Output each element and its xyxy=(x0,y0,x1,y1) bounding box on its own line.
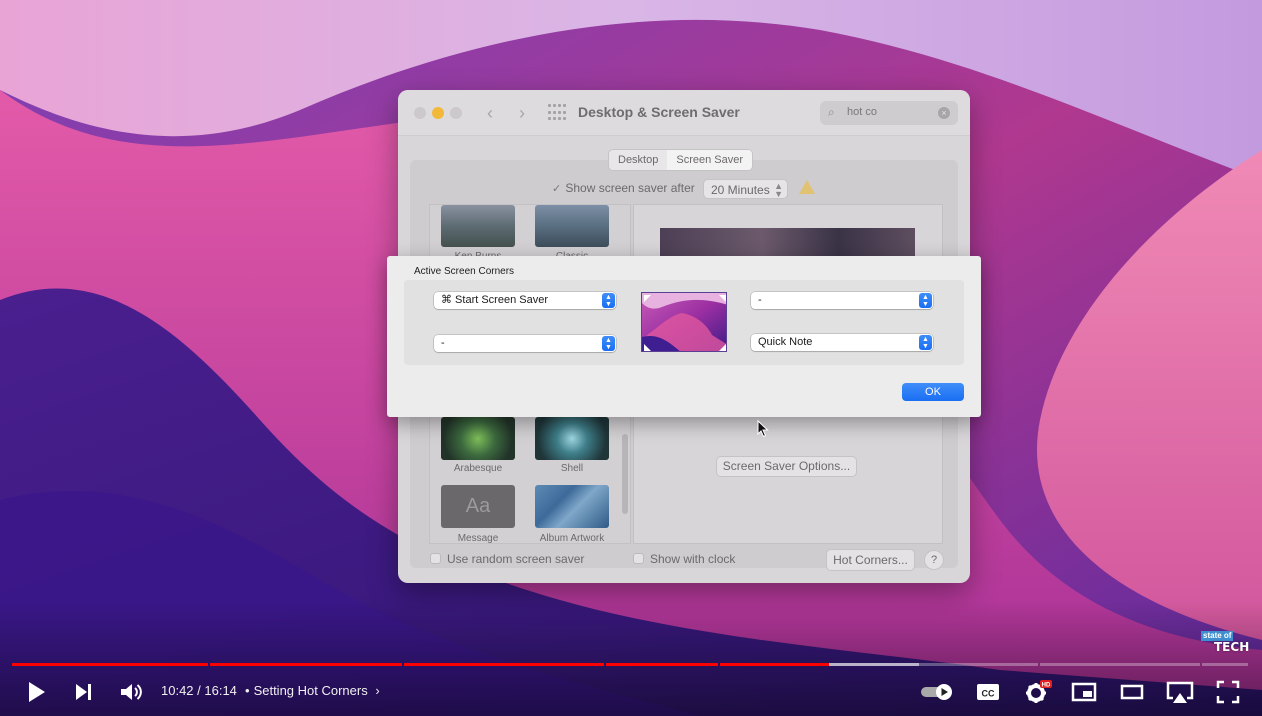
captions-icon[interactable]: CC xyxy=(975,678,1001,706)
chapter-label: Setting Hot Corners xyxy=(253,683,368,698)
next-icon[interactable] xyxy=(72,678,96,706)
progress-played xyxy=(720,663,830,666)
show-after-select[interactable]: 20 Minutes ▲ ▼ xyxy=(703,179,788,199)
ok-button[interactable]: OK xyxy=(902,383,964,401)
tab-desktop[interactable]: Desktop xyxy=(609,150,667,170)
watermark-line2: TECH xyxy=(1214,640,1250,654)
preview-image xyxy=(660,228,915,256)
screensaver-thumb[interactable] xyxy=(441,205,515,247)
show-after-label: Show screen saver after xyxy=(565,181,695,195)
clear-search-icon[interactable]: × xyxy=(938,107,950,119)
progress-played xyxy=(12,663,208,666)
theater-mode-icon[interactable] xyxy=(1119,678,1145,706)
window-title: Desktop & Screen Saver xyxy=(578,104,740,120)
top-left-corner-select[interactable]: ⌘ Start Screen Saver ▲ ▼ xyxy=(434,292,616,309)
top-left-corner-value: ⌘ Start Screen Saver xyxy=(441,294,548,306)
show-after-value: 20 Minutes xyxy=(711,183,770,197)
back-icon[interactable]: ‹ xyxy=(479,102,501,124)
show-clock-label: Show with clock xyxy=(650,552,736,566)
hd-badge: HD xyxy=(1042,683,1051,689)
show-after-checkbox[interactable]: ✓ xyxy=(552,182,562,195)
screensaver-label: Album Artwork xyxy=(539,533,605,544)
search-field[interactable]: ⌕ hot co × xyxy=(820,101,958,125)
warning-icon[interactable] xyxy=(799,180,815,194)
random-screensaver-row[interactable]: Use random screen saver xyxy=(430,552,584,566)
video-progress-bar[interactable] xyxy=(12,663,1250,666)
title-bar: ‹ › Desktop & Screen Saver ⌕ hot co × xyxy=(398,90,970,136)
volume-icon[interactable] xyxy=(118,678,144,706)
show-clock-checkbox[interactable] xyxy=(633,553,644,564)
tab-screen-saver[interactable]: Screen Saver xyxy=(667,150,753,170)
captions-text: CC xyxy=(982,689,995,699)
progress-chapter-segment[interactable] xyxy=(1202,663,1248,666)
random-screensaver-checkbox[interactable] xyxy=(430,553,441,564)
bottom-left-corner-value: - xyxy=(441,337,445,349)
fullscreen-icon[interactable] xyxy=(1215,678,1241,706)
airplay-icon[interactable] xyxy=(1165,678,1195,706)
chevron-updown-icon: ▲ ▼ xyxy=(774,181,783,199)
close-window-button[interactable] xyxy=(414,107,426,119)
screensaver-label: Arabesque xyxy=(453,463,503,474)
progress-chapter-segment[interactable] xyxy=(1040,663,1200,666)
progress-played xyxy=(404,663,604,666)
play-icon[interactable] xyxy=(24,678,48,706)
settings-gear-icon[interactable]: HD xyxy=(1023,678,1053,706)
time-display: 10:42 / 16:14 xyxy=(161,683,237,698)
bottom-right-corner-value: Quick Note xyxy=(758,336,813,348)
help-button[interactable]: ? xyxy=(924,550,944,570)
chapter-title[interactable]: • Setting Hot Corners › xyxy=(245,683,380,698)
mouse-cursor-icon xyxy=(757,420,769,438)
bottom-left-corner-select[interactable]: - ▲ ▼ xyxy=(434,335,616,352)
screen-corners-preview xyxy=(641,292,727,352)
show-clock-row[interactable]: Show with clock xyxy=(633,552,735,566)
chevron-right-icon: › xyxy=(375,683,380,698)
screensaver-thumb[interactable] xyxy=(535,205,609,247)
show-all-grid-icon[interactable] xyxy=(548,104,566,122)
message-thumb-text: Aa xyxy=(465,495,491,517)
forward-icon[interactable]: › xyxy=(511,102,533,124)
progress-played xyxy=(606,663,718,666)
screensaver-thumb[interactable]: Aa xyxy=(441,485,515,528)
chevron-updown-icon: ▲ ▼ xyxy=(919,293,932,308)
preview-wallpaper xyxy=(642,293,726,351)
hot-corners-sheet: Active Screen Corners ⌘ Start Screen Sav… xyxy=(387,256,981,417)
screensaver-label: Shell xyxy=(560,463,584,474)
search-icon: ⌕ xyxy=(828,105,835,119)
chevron-updown-icon: ▲ ▼ xyxy=(602,293,615,308)
minimize-window-button[interactable] xyxy=(432,107,444,119)
top-right-corner-value: - xyxy=(758,294,762,306)
tab-bar: Desktop Screen Saver xyxy=(608,149,754,171)
sheet-title: Active Screen Corners xyxy=(414,266,515,277)
chevron-updown-icon: ▲ ▼ xyxy=(602,336,615,351)
autoplay-toggle-icon[interactable] xyxy=(919,678,955,706)
chevron-updown-icon: ▲ ▼ xyxy=(919,335,932,350)
screensaver-thumb[interactable] xyxy=(535,485,609,528)
top-right-corner-select[interactable]: - ▲ ▼ xyxy=(751,292,933,309)
random-screensaver-label: Use random screen saver xyxy=(447,552,585,566)
hot-corners-button[interactable]: Hot Corners... xyxy=(826,549,915,571)
zoom-window-button[interactable] xyxy=(450,107,462,119)
progress-played xyxy=(210,663,402,666)
bottom-right-corner-select[interactable]: Quick Note ▲ ▼ xyxy=(751,334,933,351)
screen-saver-options-button[interactable]: Screen Saver Options... xyxy=(716,456,857,477)
miniplayer-icon[interactable] xyxy=(1071,678,1097,706)
screensaver-label: Message xyxy=(457,533,499,544)
search-input[interactable]: hot co xyxy=(847,106,877,118)
screensaver-thumb[interactable] xyxy=(441,417,515,460)
screensaver-thumb[interactable] xyxy=(535,417,609,460)
show-after-row: ✓ Show screen saver after xyxy=(552,181,695,195)
